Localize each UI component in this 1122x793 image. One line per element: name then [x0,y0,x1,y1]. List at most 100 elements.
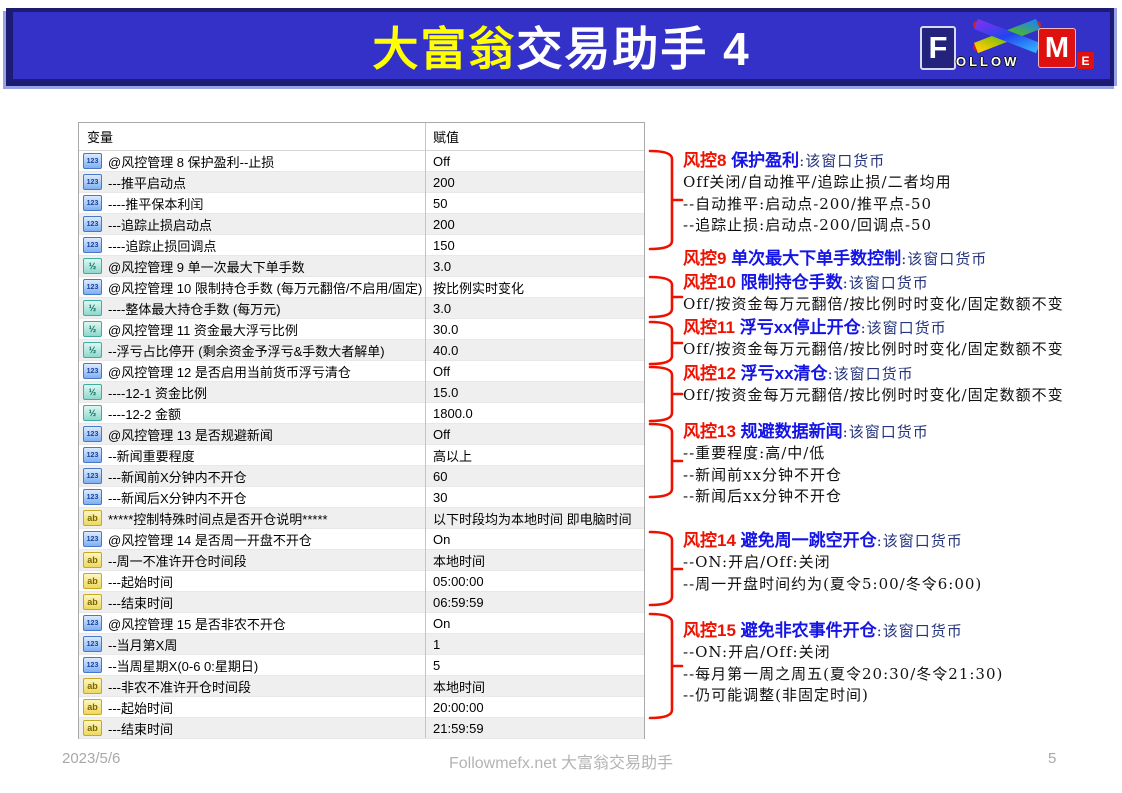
annotation-line: --追踪止损:启动点-200/回调点-50 [683,215,1115,237]
table-row[interactable]: 123---推平启动点200 [79,172,644,193]
param-value[interactable]: On [425,616,644,631]
annotation-line: --新闻前xx分钟不开仓 [683,465,1115,487]
table-row[interactable]: 123---新闻后X分钟内不开仓30 [79,487,644,508]
annotation-line: Off/按资金每万元翻倍/按比例时时变化/固定数额不变 [683,339,1115,361]
param-label: ----12-1 资金比例 [108,383,207,402]
table-row[interactable]: 123--当周星期X(0-6 0:星期日)5 [79,655,644,676]
annotation-name: 浮亏xx清仓 [741,364,828,383]
table-row[interactable]: 123@风控管理 10 限制持仓手数 (每万元翻倍/不启用/固定)按比例实时变化 [79,277,644,298]
param-label-cell: 123---推平启动点 [79,173,425,192]
param-value[interactable]: 1800.0 [425,406,644,421]
annotation-block: 风控11 浮亏xx停止开仓:该窗口货币Off/按资金每万元翻倍/按比例时时变化/… [683,317,1115,361]
param-value[interactable]: On [425,532,644,547]
param-value[interactable]: 3.0 [425,301,644,316]
param-label: --当周星期X(0-6 0:星期日) [108,656,258,675]
param-value[interactable]: 30.0 [425,322,644,337]
param-value[interactable]: 1 [425,637,644,652]
param-value[interactable]: Off [425,427,644,442]
param-type-half-icon: ½ [83,321,102,337]
param-type-123-icon: 123 [83,531,102,547]
table-row[interactable]: 123@风控管理 15 是否非农不开仓On [79,613,644,634]
param-value[interactable]: 05:00:00 [425,574,644,589]
param-value[interactable]: 40.0 [425,343,644,358]
param-type-ab-icon: ab [83,594,102,610]
param-label: ----12-2 金额 [108,404,181,423]
param-label-cell: 123--当周星期X(0-6 0:星期日) [79,656,425,675]
table-row[interactable]: ½----12-2 金额1800.0 [79,403,644,424]
param-type-ab-icon: ab [83,573,102,589]
param-value[interactable]: 50 [425,196,644,211]
annotation-line: --ON:开启/Off:关闭 [683,552,1115,574]
annotation-title: 风控8 保护盈利:该窗口货币 [683,150,1115,172]
table-row[interactable]: 123@风控管理 14 是否周一开盘不开仓On [79,529,644,550]
annotation-tag: 风控15 [683,621,741,640]
annotation-title: 风控14 避免周一跳空开仓:该窗口货币 [683,530,1115,552]
param-value[interactable]: 本地时间 [425,551,644,570]
table-row[interactable]: ab ---起始时间 05:00:00 [79,571,644,592]
table-row[interactable]: 123----推平保本利闰50 [79,193,644,214]
annotation-tag: 风控14 [683,531,741,550]
table-row[interactable]: ab---结束时间06:59:59 [79,592,644,613]
param-value[interactable]: Off [425,154,644,169]
table-row[interactable]: ½@风控管理 9 单一次最大下单手数3.0 [79,256,644,277]
param-type-123-icon: 123 [83,195,102,211]
table-row[interactable]: ½--浮亏占比停开 (剩余资金予浮亏&手数大者解单)40.0 [79,340,644,361]
param-value[interactable]: 21:59:59 [425,721,644,736]
param-label-cell: 123--新闻重要程度 [79,446,425,465]
param-label-cell: ½----12-1 资金比例 [79,383,425,402]
page-title-highlight: 大富翁 [372,13,516,79]
table-row[interactable]: ab---结束时间21:59:59 [79,718,644,739]
column-header-value: 赋值 [425,127,644,146]
table-row[interactable]: 123----追踪止损回调点150 [79,235,644,256]
table-row[interactable]: ½@风控管理 11 资金最大浮亏比例30.0 [79,319,644,340]
table-row[interactable]: 123--新闻重要程度高以上 [79,445,644,466]
table-row[interactable]: 123--当月第X周1 [79,634,644,655]
param-type-ab-icon: ab [83,552,102,568]
table-row[interactable]: ½----12-1 资金比例15.0 [79,382,644,403]
param-value[interactable]: 以下时段均为本地时间 即电脑时间 [425,509,644,528]
group-bracket [650,277,682,317]
param-value[interactable]: 本地时间 [425,677,644,696]
table-row[interactable]: 123---追踪止损启动点200 [79,214,644,235]
table-row[interactable]: ½----整体最大持仓手数 (每万元)3.0 [79,298,644,319]
table-row[interactable]: ab---起始时间20:00:00 [79,697,644,718]
param-value[interactable]: Off [425,364,644,379]
annotation-tag: 风控11 [683,318,740,337]
param-value[interactable]: 高以上 [425,446,644,465]
brand-logo: F OLLOW M E [920,18,1096,78]
table-row[interactable]: 123@风控管理 13 是否规避新闻Off [79,424,644,445]
param-label-cell: 123--当月第X周 [79,635,425,654]
param-type-123-icon: 123 [83,237,102,253]
annotation-line: Off/按资金每万元翻倍/按比例时时变化/固定数额不变 [683,294,1115,316]
table-row[interactable]: 123@风控管理 12 是否启用当前货币浮亏清仓Off [79,361,644,382]
table-row[interactable]: ab*****控制特殊时间点是否开仓说明*****以下时段均为本地时间 即电脑时… [79,508,644,529]
param-value[interactable]: 150 [425,238,644,253]
param-type-123-icon: 123 [83,447,102,463]
param-value[interactable]: 20:00:00 [425,700,644,715]
param-value[interactable]: 3.0 [425,259,644,274]
param-value[interactable]: 60 [425,469,644,484]
annotation-tag: 风控8 [683,151,731,170]
table-header: 变量 赋值 [79,123,644,151]
param-label: --当月第X周 [108,635,177,654]
annotation-title: 风控12 浮亏xx清仓:该窗口货币 [683,363,1115,385]
param-value[interactable]: 5 [425,658,644,673]
logo-letter-e: E [1077,52,1094,69]
param-label-cell: 123---追踪止损启动点 [79,215,425,234]
param-label: @风控管理 8 保护盈利--止损 [108,152,274,171]
annotation-block: 风控9 单次最大下单手数控制:该窗口货币 [683,248,1115,270]
param-value[interactable]: 200 [425,175,644,190]
param-value[interactable]: 06:59:59 [425,595,644,610]
param-value[interactable]: 30 [425,490,644,505]
param-value[interactable]: 按比例实时变化 [425,278,644,297]
param-value[interactable]: 15.0 [425,385,644,400]
param-label: ---起始时间 [108,572,173,591]
table-row[interactable]: 123@风控管理 8 保护盈利--止损Off [79,151,644,172]
page-title-rest: 交易助手 4 [516,13,750,79]
param-label: @风控管理 9 单一次最大下单手数 [108,257,305,276]
annotation-scope: :该窗口货币 [843,274,929,292]
param-value[interactable]: 200 [425,217,644,232]
table-row[interactable]: ab--周一不准许开仓时间段本地时间 [79,550,644,571]
table-row[interactable]: ab---非农不准许开仓时间段本地时间 [79,676,644,697]
table-row[interactable]: 123---新闻前X分钟内不开仓60 [79,466,644,487]
